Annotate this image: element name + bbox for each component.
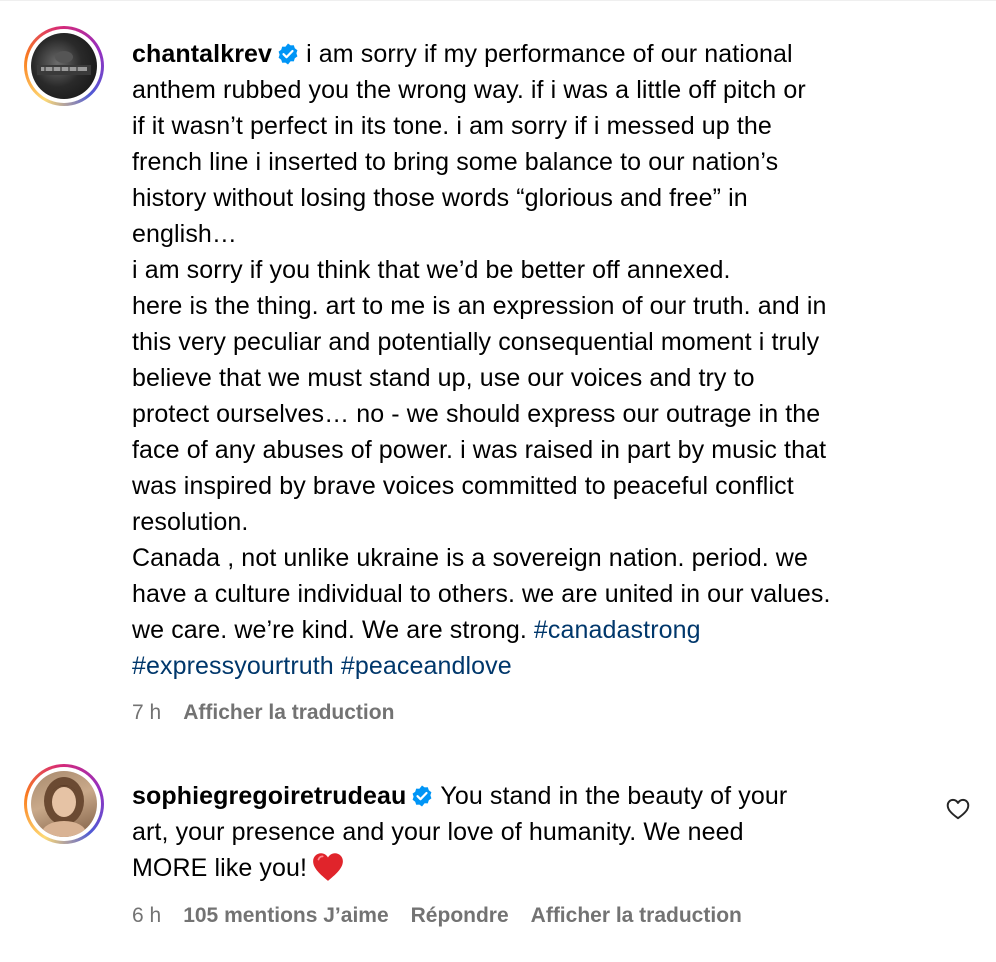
username-link[interactable]: chantalkrev — [132, 40, 272, 68]
comment-line: MORE like you! — [132, 854, 308, 882]
username-link[interactable]: sophiegregoiretrudeau — [132, 782, 406, 810]
comment-line: history without losing those words “glor… — [132, 184, 748, 212]
translate-button[interactable]: Afficher la traduction — [183, 701, 394, 724]
hashtag-link[interactable]: #peaceandlove — [341, 652, 512, 680]
comment-line: protect ourselves… no - we should expres… — [132, 400, 821, 428]
comment-line: i am sorry if you think that we’d be bet… — [132, 256, 731, 284]
timestamp[interactable]: 6 h — [132, 904, 161, 927]
comment-line: was inspired by brave voices committed t… — [132, 472, 794, 500]
comment-line: face of any abuses of power. i was raise… — [132, 436, 827, 464]
comment-line: have a culture individual to others. we … — [132, 580, 831, 608]
like-heart-icon[interactable] — [945, 796, 971, 822]
comment-line: anthem rubbed you the wrong way. if i wa… — [132, 76, 806, 104]
comment-line: here is the thing. art to me is an expre… — [132, 292, 827, 320]
comment-line: we care. we’re kind. We are strong. — [132, 616, 534, 644]
red-heart-emoji — [313, 853, 343, 881]
verified-badge-icon — [278, 43, 298, 65]
comment-line: resolution. — [132, 508, 249, 536]
comment-text: sophiegregoiretrudeau You stand in the be… — [132, 778, 912, 886]
comment-line: Canada , not unlike ukraine is a soverei… — [132, 544, 808, 572]
comment-line: i am sorry if my performance of our nati… — [306, 40, 793, 68]
avatar-sophiegregoiretrudeau[interactable] — [24, 764, 104, 844]
hashtag-link[interactable]: #expressyourtruth — [132, 652, 334, 680]
avatar-chantalkrev[interactable] — [24, 26, 104, 106]
comment-line: believe that we must stand up, use our v… — [132, 364, 755, 392]
hashtag-link[interactable]: #canadastrong — [534, 616, 701, 644]
timestamp[interactable]: 7 h — [132, 701, 161, 724]
comment-line: art, your presence and your love of huma… — [132, 818, 744, 846]
reply-button[interactable]: Répondre — [411, 904, 509, 927]
comment-line: if it wasn’t perfect in its tone. i am s… — [132, 112, 772, 140]
likes-count-button[interactable]: 105 mentions J’aime — [183, 904, 388, 927]
comment-meta: 7 h Afficher la traduction — [132, 701, 416, 725]
comment-line: french line i inserted to bring some bal… — [132, 148, 779, 176]
comment-text: chantalkrev i am sorry if my performance … — [132, 36, 962, 684]
verified-badge-icon — [412, 785, 432, 807]
comment-line: You stand in the beauty of your — [440, 782, 788, 810]
translate-button[interactable]: Afficher la traduction — [531, 904, 742, 927]
comment-meta: 6 h 105 mentions J’aime Répondre Afficher l… — [132, 904, 764, 928]
top-divider — [0, 0, 996, 1]
comment-line: english… — [132, 220, 238, 248]
comment-line: this very peculiar and potentially conse… — [132, 328, 820, 356]
